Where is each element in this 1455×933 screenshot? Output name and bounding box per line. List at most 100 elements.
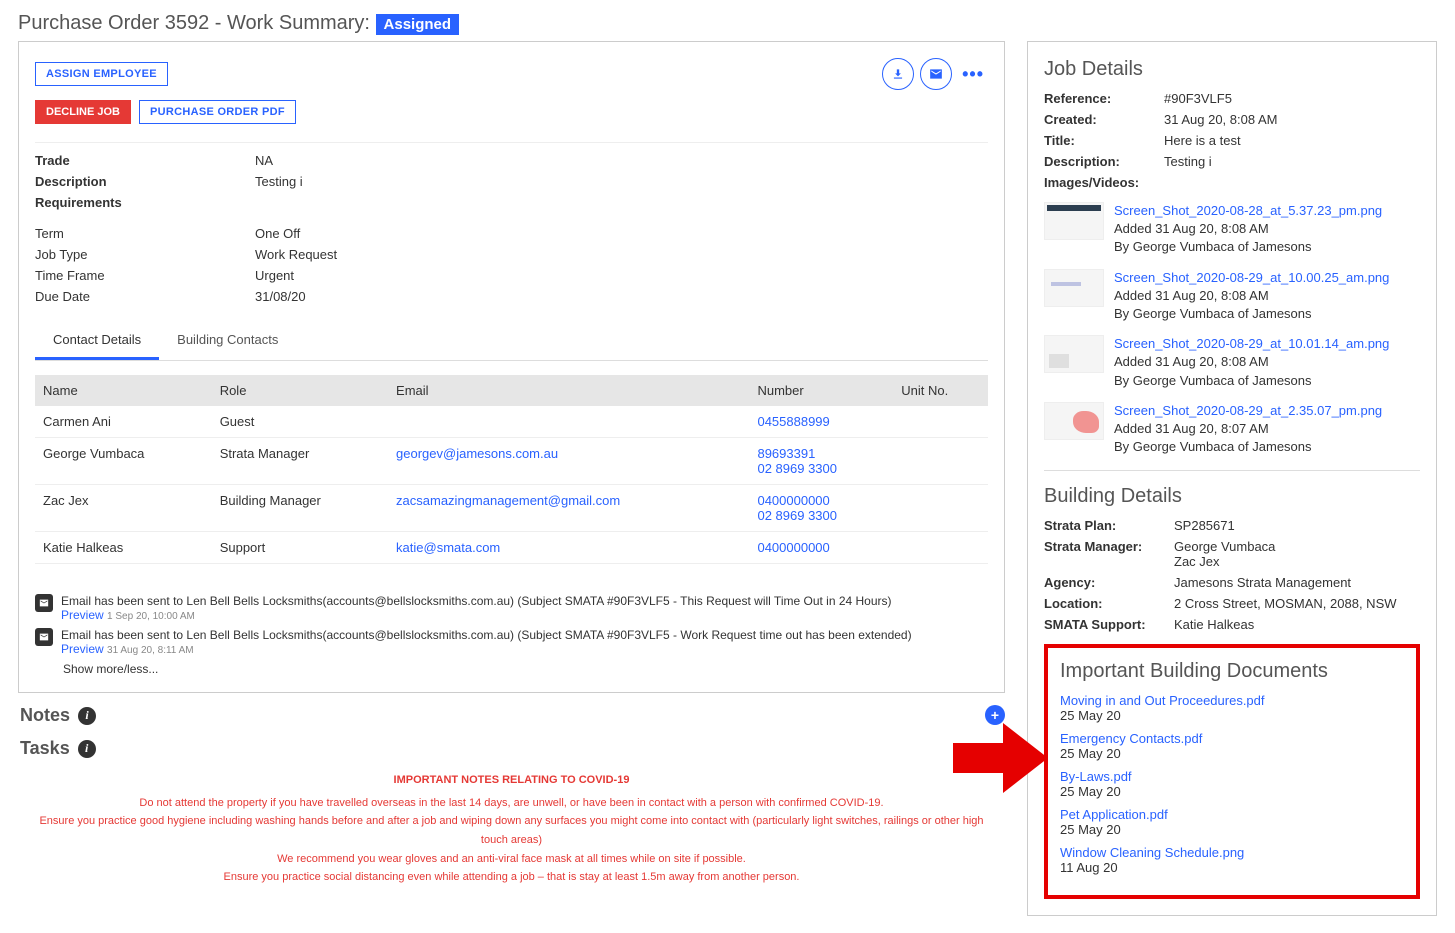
description-value: Testing i [255,174,988,189]
document-item: Window Cleaning Schedule.png11 Aug 20 [1060,845,1404,875]
reference-value: #90F3VLF5 [1164,91,1420,106]
info-icon[interactable]: i [78,707,96,725]
strata-plan-label: Strata Plan: [1044,518,1174,533]
title-prefix: Purchase Order 3592 - Work Summary: [18,12,376,34]
reference-label: Reference: [1044,91,1164,106]
covid-heading: IMPORTANT NOTES RELATING TO COVID-19 [28,771,995,790]
due-date-label: Due Date [35,289,255,304]
envelope-icon [35,594,53,612]
support-value: Katie Halkeas [1174,617,1420,632]
mail-icon[interactable] [920,58,952,90]
document-item: By-Laws.pdf25 May 20 [1060,769,1404,799]
email-link[interactable]: katie@smata.com [396,540,500,555]
tasks-heading: Tasks i [18,738,1005,759]
email-link[interactable]: zacsamazingmanagement@gmail.com [396,493,620,508]
document-link[interactable]: By-Laws.pdf [1060,769,1404,784]
attachment-link[interactable]: Screen_Shot_2020-08-29_at_2.35.07_pm.png [1114,402,1420,420]
requirements-value [255,195,988,210]
document-link[interactable]: Moving in and Out Proceedures.pdf [1060,693,1404,708]
location-label: Location: [1044,596,1174,611]
trade-label: Trade [35,153,255,168]
location-value: 2 Cross Street, MOSMAN, 2088, NSW [1174,596,1420,611]
arrow-icon [953,718,1048,798]
jd-title-value: Here is a test [1164,133,1420,148]
created-value: 31 Aug 20, 8:08 AM [1164,112,1420,127]
strata-manager-label: Strata Manager: [1044,539,1174,569]
phone-link[interactable]: 0400000000 [757,540,829,555]
phone-link[interactable]: 0455888999 [757,414,829,429]
more-icon[interactable]: ••• [958,64,988,85]
preview-link[interactable]: Preview [61,642,104,656]
document-item: Pet Application.pdf25 May 20 [1060,807,1404,837]
th-name: Name [35,375,212,406]
agency-label: Agency: [1044,575,1174,590]
important-docs-heading: Important Building Documents [1060,660,1404,683]
strata-plan-value: SP285671 [1174,518,1420,533]
thumbnail[interactable] [1044,202,1104,240]
page-title: Purchase Order 3592 - Work Summary: Assi… [0,0,1455,41]
time-frame-label: Time Frame [35,268,255,283]
thumbnail[interactable] [1044,269,1104,307]
document-item: Moving in and Out Proceedures.pdf25 May … [1060,693,1404,723]
tab-contact-details[interactable]: Contact Details [35,322,159,360]
attachment-link[interactable]: Screen_Shot_2020-08-28_at_5.37.23_pm.png [1114,202,1420,220]
table-row: George VumbacaStrata Managergeorgev@jame… [35,438,988,485]
thumbnail[interactable] [1044,402,1104,440]
show-more-link[interactable]: Show more/less... [63,662,988,676]
table-row: Carmen AniGuest0455888999 [35,406,988,438]
covid-notice: IMPORTANT NOTES RELATING TO COVID-19 Do … [18,765,1005,901]
images-label: Images/Videos: [1044,175,1164,190]
tab-building-contacts[interactable]: Building Contacts [159,322,296,360]
covid-line: We recommend you wear gloves and an anti… [28,850,995,869]
notes-heading: Notes i [18,705,985,726]
important-documents-box: Important Building Documents Moving in a… [1044,644,1420,899]
due-date-value: 31/08/20 [255,289,988,304]
term-label: Term [35,226,255,241]
attachment-link[interactable]: Screen_Shot_2020-08-29_at_10.00.25_am.pn… [1114,269,1420,287]
document-link[interactable]: Window Cleaning Schedule.png [1060,845,1404,860]
table-row: Katie HalkeasSupportkatie@smata.com04000… [35,532,988,564]
phone-link[interactable]: 02 8969 3300 [757,461,837,476]
covid-line: Ensure you practice social distancing ev… [28,868,995,887]
log-item: Email has been sent to Len Bell Bells Lo… [35,594,988,622]
strata-manager-value: George Vumbaca Zac Jex [1174,539,1420,569]
jd-title-label: Title: [1044,133,1164,148]
trade-value: NA [255,153,988,168]
covid-line: Ensure you practice good hygiene includi… [28,812,995,849]
agency-value: Jamesons Strata Management [1174,575,1420,590]
status-badge: Assigned [376,14,460,35]
covid-line: Do not attend the property if you have t… [28,794,995,813]
created-label: Created: [1044,112,1164,127]
job-type-value: Work Request [255,247,988,262]
phone-link[interactable]: 0400000000 [757,493,829,508]
thumbnail[interactable] [1044,335,1104,373]
assign-employee-button[interactable]: ASSIGN EMPLOYEE [35,62,168,86]
phone-link[interactable]: 02 8969 3300 [757,508,837,523]
purchase-order-pdf-button[interactable]: PURCHASE ORDER PDF [139,100,296,124]
job-type-label: Job Type [35,247,255,262]
description-label: Description [35,174,255,189]
job-details-heading: Job Details [1044,58,1420,81]
document-link[interactable]: Emergency Contacts.pdf [1060,731,1404,746]
phone-link[interactable]: 89693391 [757,446,815,461]
requirements-label: Requirements [35,195,255,210]
time-frame-value: Urgent [255,268,988,283]
jd-desc-value: Testing i [1164,154,1420,169]
table-row: Zac JexBuilding Managerzacsamazingmanage… [35,485,988,532]
attachment-row: Screen_Shot_2020-08-29_at_2.35.07_pm.png… [1044,402,1420,457]
preview-link[interactable]: Preview [61,608,104,622]
email-link[interactable]: georgev@jamesons.com.au [396,446,558,461]
th-role: Role [212,375,388,406]
term-value: One Off [255,226,988,241]
attachment-row: Screen_Shot_2020-08-29_at_10.01.14_am.pn… [1044,335,1420,390]
info-icon[interactable]: i [78,740,96,758]
download-icon[interactable] [882,58,914,90]
decline-job-button[interactable]: DECLINE JOB [35,100,131,124]
th-number: Number [749,375,893,406]
jd-desc-label: Description: [1044,154,1164,169]
building-details-heading: Building Details [1044,485,1420,508]
document-item: Emergency Contacts.pdf25 May 20 [1060,731,1404,761]
document-link[interactable]: Pet Application.pdf [1060,807,1404,822]
envelope-icon [35,628,53,646]
attachment-link[interactable]: Screen_Shot_2020-08-29_at_10.01.14_am.pn… [1114,335,1420,353]
